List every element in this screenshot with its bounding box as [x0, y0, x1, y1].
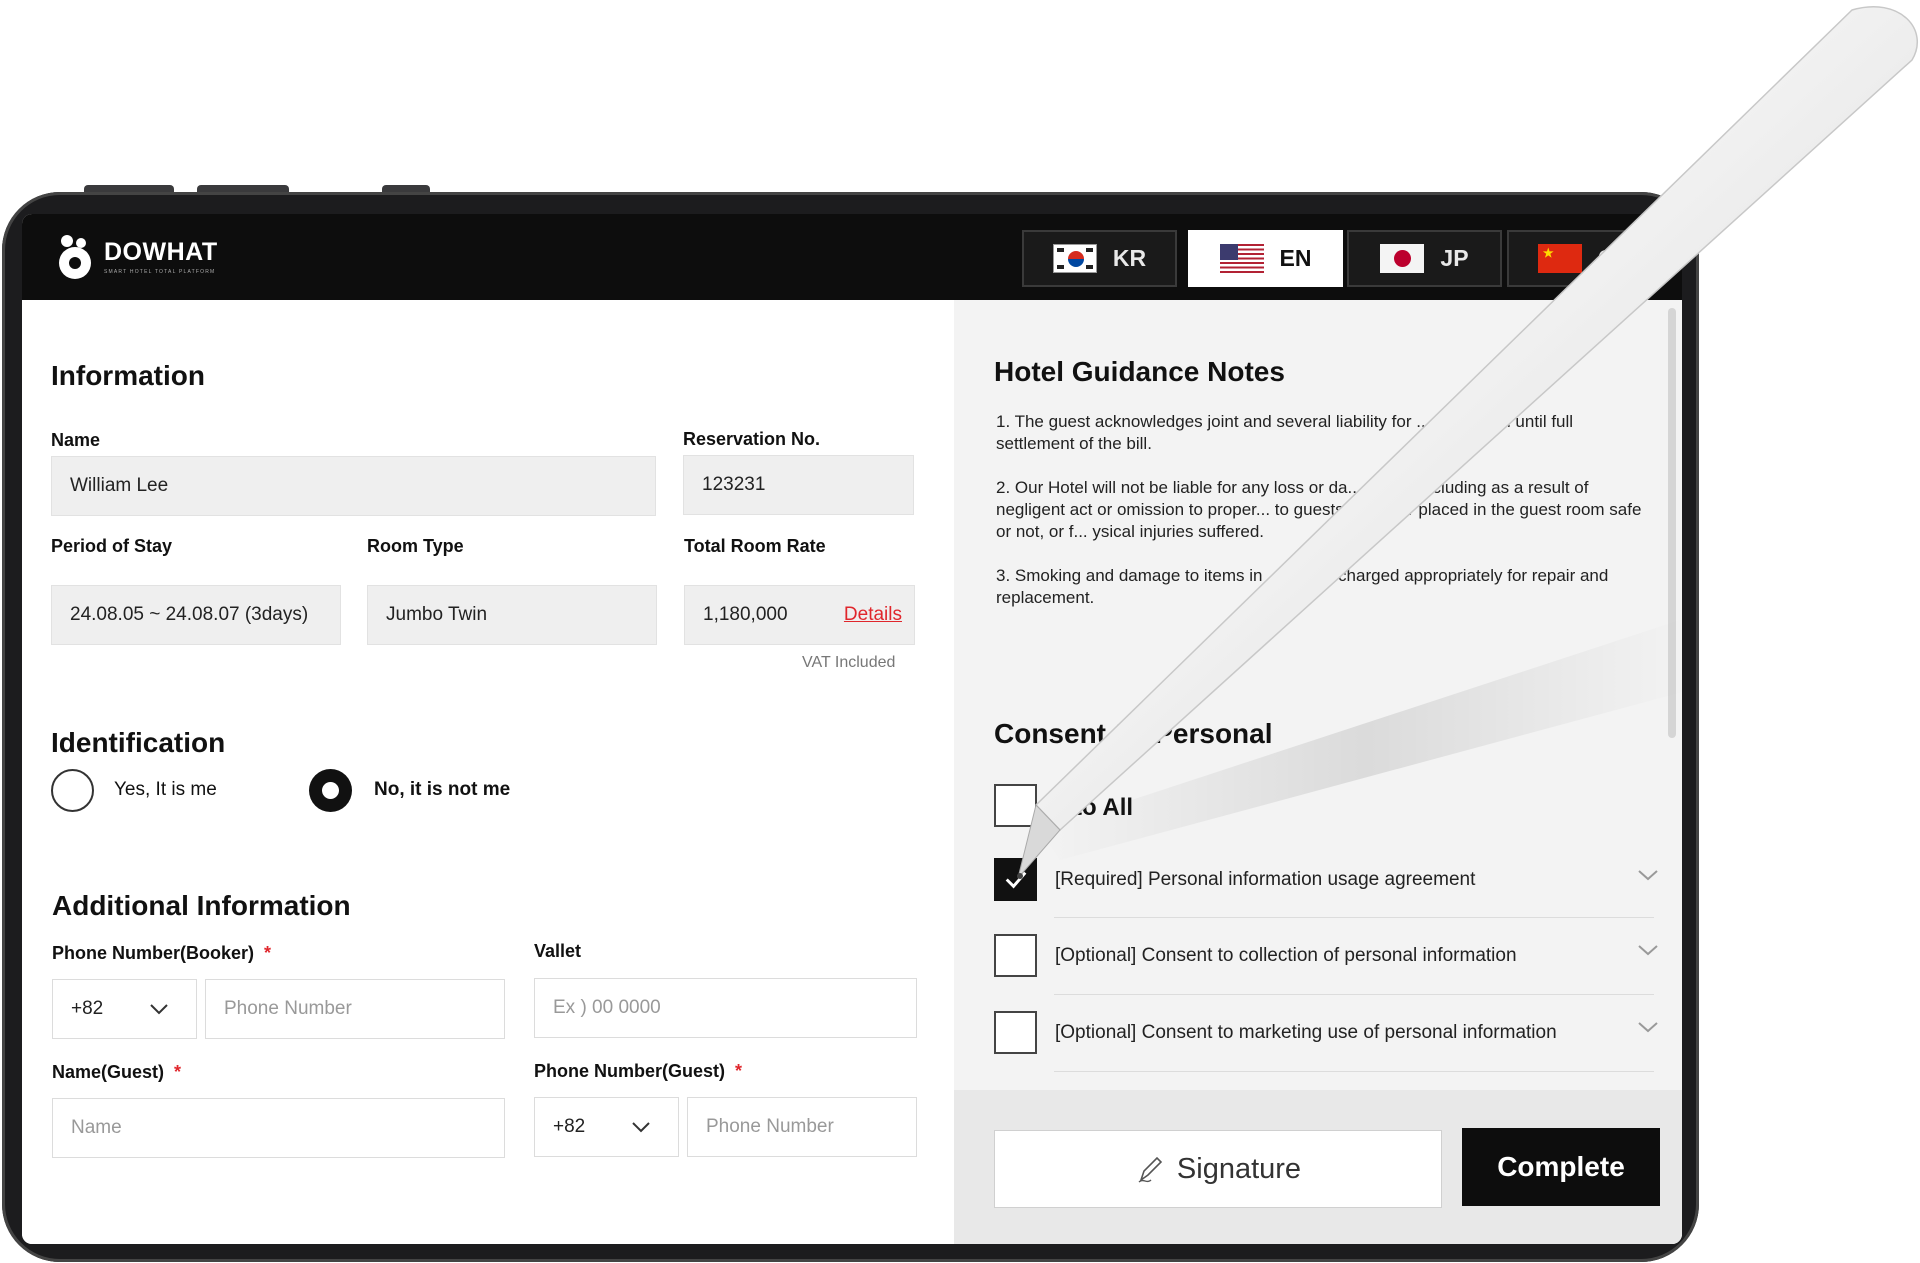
lang-tab-kr[interactable]: KR [1022, 230, 1177, 287]
chevron-down-icon[interactable] [1638, 868, 1658, 882]
lang-tab-jp[interactable]: JP [1347, 230, 1502, 287]
top-bar: DOWHAT SMART HOTEL TOTAL PLATFORM KR EN … [22, 214, 1682, 300]
consent-required-label: [Required] Personal information usage ag… [1055, 869, 1476, 890]
consent-required-checkbox[interactable] [994, 858, 1037, 901]
phone-guest-label: Phone Number(Guest) * [534, 1061, 742, 1082]
guidance-notes: 1. The guest acknowledges joint and seve… [996, 411, 1646, 631]
pen-icon [1138, 1156, 1163, 1183]
vat-note: VAT Included [802, 654, 896, 671]
room-type-field: Jumbo Twin [367, 585, 657, 645]
brand-logo: DOWHAT SMART HOTEL TOTAL PLATFORM [56, 234, 218, 280]
brand-tagline: SMART HOTEL TOTAL PLATFORM [104, 268, 216, 275]
divider [1054, 917, 1654, 918]
lang-tab-cn[interactable]: ★ CN [1507, 230, 1662, 287]
vallet-label: Vallet [534, 941, 582, 961]
required-mark: * [264, 943, 272, 963]
lang-label: EN [1279, 245, 1312, 271]
lang-label: CN [1597, 245, 1632, 271]
vallet-input[interactable]: Ex ) 00 0000 [534, 978, 917, 1038]
guest-name-label: Name(Guest) * [52, 1062, 181, 1083]
consent-collection-label: [Optional] Consent to collection of pers… [1055, 945, 1517, 966]
reservation-label: Reservation No. [683, 429, 821, 449]
booker-country-code-select[interactable]: +82 [52, 979, 197, 1039]
identity-yes-label: Yes, It is me [114, 779, 217, 800]
scrollbar[interactable] [1668, 308, 1676, 738]
chevron-down-icon[interactable] [1638, 1020, 1658, 1034]
consent-all-checkbox[interactable] [994, 784, 1037, 827]
country-code-value: +82 [553, 1116, 586, 1137]
room-type-label: Room Type [367, 536, 464, 556]
rate-value: 1,180,000 [703, 604, 788, 625]
booker-phone-input[interactable]: Phone Number [205, 979, 505, 1039]
name-field: William Lee [51, 456, 656, 516]
consent-collection-checkbox[interactable] [994, 934, 1037, 977]
complete-button[interactable]: Complete [1462, 1128, 1660, 1206]
guest-name-label-text: Name(Guest) [52, 1062, 165, 1082]
guest-phone-input[interactable]: Phone Number [687, 1097, 917, 1157]
divider [1054, 994, 1654, 995]
phone-guest-label-text: Phone Number(Guest) [534, 1061, 726, 1081]
lang-label: KR [1112, 245, 1147, 271]
usa-flag-icon [1219, 244, 1264, 273]
korea-flag-icon [1052, 244, 1097, 273]
guidance-title: Hotel Guidance Notes [994, 356, 1285, 387]
tablet-screen: DOWHAT SMART HOTEL TOTAL PLATFORM KR EN … [22, 214, 1682, 1244]
guest-country-code-select[interactable]: +82 [534, 1097, 679, 1157]
required-mark: * [174, 1062, 182, 1082]
period-field: 24.08.05 ~ 24.08.07 (3days) [51, 585, 341, 645]
consent-title: Consent t... Personal [994, 718, 1273, 749]
signature-button[interactable]: Signature [994, 1130, 1442, 1208]
rate-field: 1,180,000 Details [684, 585, 915, 645]
identity-yes-radio[interactable] [51, 769, 94, 812]
details-link[interactable]: Details [844, 604, 902, 626]
guidance-note: 3. Smoking and damage to items in ... wi… [996, 566, 1609, 607]
reservation-form: Information Name William Lee Reservation… [22, 300, 954, 1244]
info-title: Information [51, 360, 205, 391]
japan-flag-icon [1380, 244, 1425, 273]
guidance-note: 1. The guest acknowledges joint and seve… [996, 412, 1574, 453]
chevron-down-icon [150, 1004, 168, 1015]
tablet-frame: DOWHAT SMART HOTEL TOTAL PLATFORM KR EN … [2, 192, 1699, 1262]
consent-all-label: ...to All [1054, 794, 1134, 821]
chevron-down-icon [632, 1122, 650, 1133]
reservation-field: 123231 [683, 455, 914, 515]
name-label: Name [51, 430, 101, 450]
guest-name-input[interactable]: Name [52, 1098, 505, 1158]
brand-name: DOWHAT [104, 237, 218, 266]
china-flag-icon: ★ [1537, 244, 1582, 273]
identity-no-label: No, it is not me [374, 779, 511, 800]
lang-tab-en[interactable]: EN [1188, 230, 1343, 287]
rate-label: Total Room Rate [684, 536, 826, 556]
country-code-value: +82 [71, 998, 104, 1019]
phone-booker-label: Phone Number(Booker) * [52, 943, 271, 964]
consent-marketing-label: [Optional] Consent to marketing use of p… [1055, 1022, 1557, 1043]
identification-title: Identification [51, 727, 226, 758]
phone-booker-label-text: Phone Number(Booker) [52, 943, 255, 963]
guidance-note: 2. Our Hotel will not be liable for any … [996, 478, 1642, 541]
identity-no-radio[interactable] [309, 769, 352, 812]
divider [1054, 1071, 1654, 1072]
signature-label: Signature [1176, 1152, 1302, 1185]
required-mark: * [735, 1061, 743, 1081]
additional-title: Additional Information [52, 890, 351, 921]
checkmark-icon [1005, 871, 1027, 889]
period-label: Period of Stay [51, 536, 173, 556]
consent-panel: Hotel Guidance Notes 1. The guest acknow… [954, 300, 1682, 1244]
consent-marketing-checkbox[interactable] [994, 1011, 1037, 1054]
chevron-down-icon[interactable] [1638, 943, 1658, 957]
dowhat-logo-icon [59, 235, 91, 279]
lang-label: JP [1440, 245, 1469, 271]
